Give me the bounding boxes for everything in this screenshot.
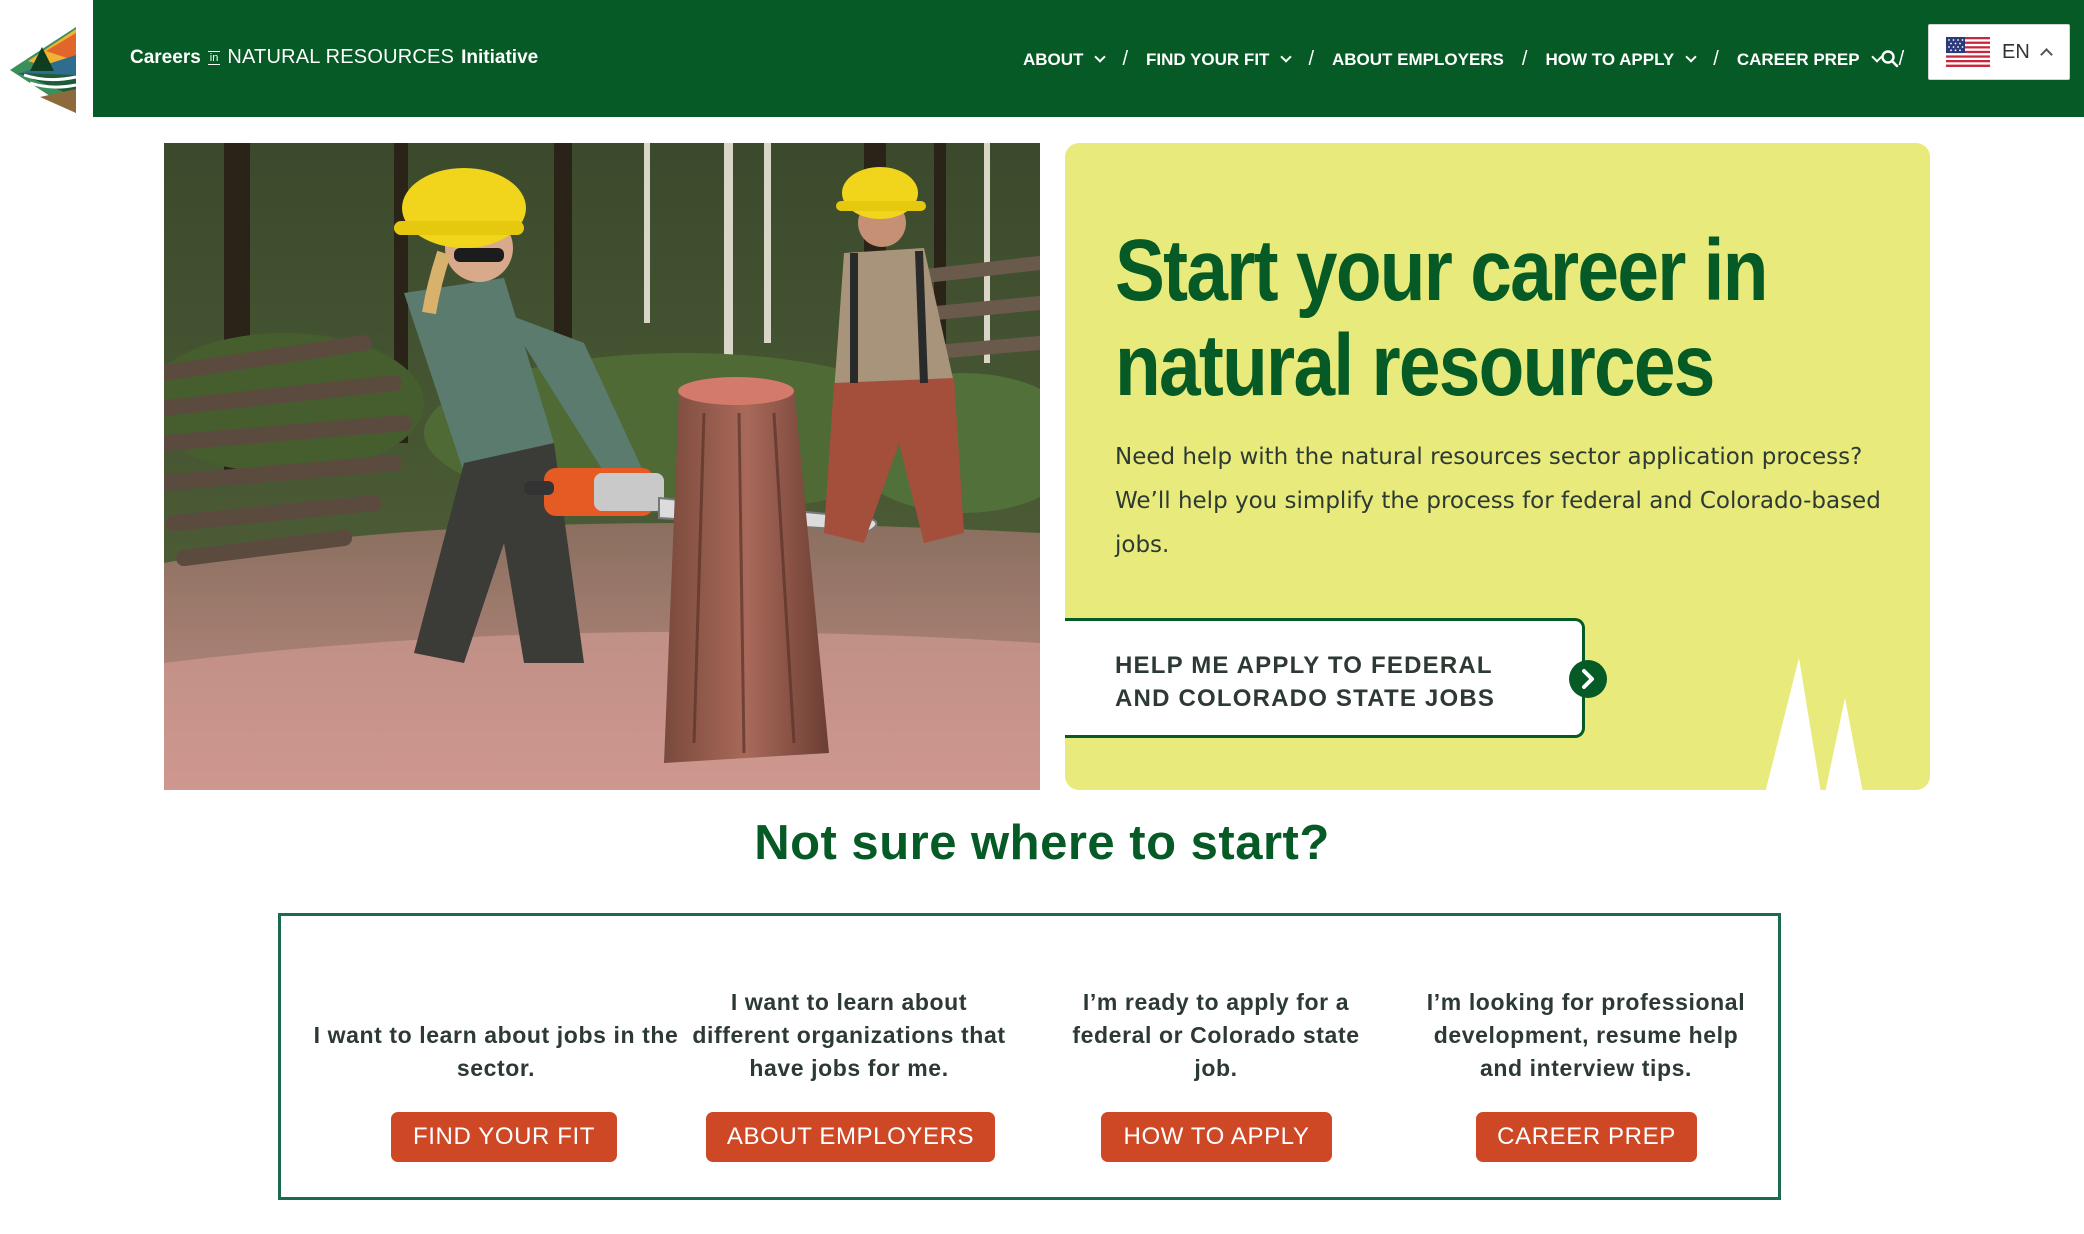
site-brand[interactable]: Careers in NATURAL RESOURCES Initiative — [130, 46, 538, 69]
find-your-fit-button[interactable]: FIND YOUR FIT — [391, 1112, 617, 1162]
option-text: I’m looking for professional development… — [1426, 989, 1746, 1081]
chevron-up-icon — [2039, 48, 2053, 61]
nav-item-label: HOW TO APPLY — [1545, 49, 1675, 69]
language-code: EN — [2002, 40, 2030, 63]
option-text: I’m ready to apply for a federal or Colo… — [1072, 989, 1360, 1081]
nav-item-label: ABOUT EMPLOYERS — [1332, 49, 1504, 69]
option-text: I want to learn about jobs in the sector… — [313, 1022, 679, 1081]
hero-photo — [164, 143, 1040, 790]
site-logo[interactable] — [0, 0, 93, 117]
option-text: I want to learn about different organiza… — [692, 989, 1006, 1081]
nav-separator: / — [1308, 48, 1314, 70]
search-icon[interactable] — [1880, 49, 1900, 73]
us-flag-icon — [1946, 37, 1990, 67]
nav-item-label: CAREER PREP — [1736, 49, 1860, 69]
nav-item-about-employers[interactable]: ABOUT EMPLOYERS — [1332, 50, 1504, 70]
nav-item-career-prep[interactable]: CAREER PREP — [1736, 49, 1883, 70]
hero-card: Start your career in natural resources N… — [1065, 143, 1930, 790]
nav-item-find-your-fit[interactable]: FIND YOUR FIT — [1146, 49, 1293, 70]
nav-item-how-to-apply[interactable]: HOW TO APPLY — [1545, 49, 1697, 70]
brand-initiative: Initiative — [461, 46, 539, 68]
option-card: I’m ready to apply for a federal or Colo… — [1061, 916, 1371, 1203]
nav-item-about[interactable]: ABOUT — [1023, 49, 1107, 70]
main-nav: ABOUT / FIND YOUR FIT / ABOUT EMPLOYERS … — [1023, 48, 1922, 71]
nav-item-label: FIND YOUR FIT — [1146, 49, 1270, 69]
cta-label: HELP ME APPLY TO FEDERAL AND COLORADO ST… — [1115, 652, 1496, 712]
option-card: I want to learn about different organiza… — [689, 916, 1009, 1203]
brand-in: in — [207, 50, 221, 65]
tree-silhouette-icon — [1765, 658, 1863, 790]
chevron-down-icon — [1280, 51, 1293, 63]
how-to-apply-button[interactable]: HOW TO APPLY — [1101, 1112, 1332, 1162]
section-title: Not sure where to start? — [754, 816, 1330, 870]
about-employers-button[interactable]: ABOUT EMPLOYERS — [706, 1112, 995, 1162]
nav-separator: / — [1521, 48, 1528, 70]
options-box: I want to learn about jobs in the sector… — [278, 913, 1781, 1200]
brand-careers: Careers — [130, 46, 201, 68]
brand-natural-resources: NATURAL RESOURCES — [227, 46, 455, 68]
nav-separator: / — [1713, 48, 1719, 70]
language-selector[interactable]: EN — [1928, 24, 2070, 80]
option-card: I want to learn about jobs in the sector… — [311, 916, 681, 1203]
nav-item-label: ABOUT — [1023, 49, 1084, 69]
apply-jobs-cta-button[interactable]: HELP ME APPLY TO FEDERAL AND COLORADO ST… — [1065, 618, 1585, 738]
chevron-down-icon — [1685, 51, 1697, 63]
nav-separator: / — [1122, 48, 1129, 70]
hero-title: Start your career in natural resources — [1115, 222, 1768, 414]
forestry-workers-chainsaw-photo — [164, 143, 1040, 790]
option-card: I’m looking for professional development… — [1416, 916, 1756, 1203]
career-prep-button[interactable]: CAREER PREP — [1476, 1112, 1697, 1162]
hero-description: Need help with the natural resources sec… — [1115, 444, 1881, 558]
chevron-down-icon — [1094, 51, 1107, 63]
chevron-right-icon[interactable] — [1569, 660, 1607, 698]
mountain-sun-logo-icon — [10, 27, 77, 113]
site-header: Careers in NATURAL RESOURCES Initiative … — [0, 0, 2084, 117]
